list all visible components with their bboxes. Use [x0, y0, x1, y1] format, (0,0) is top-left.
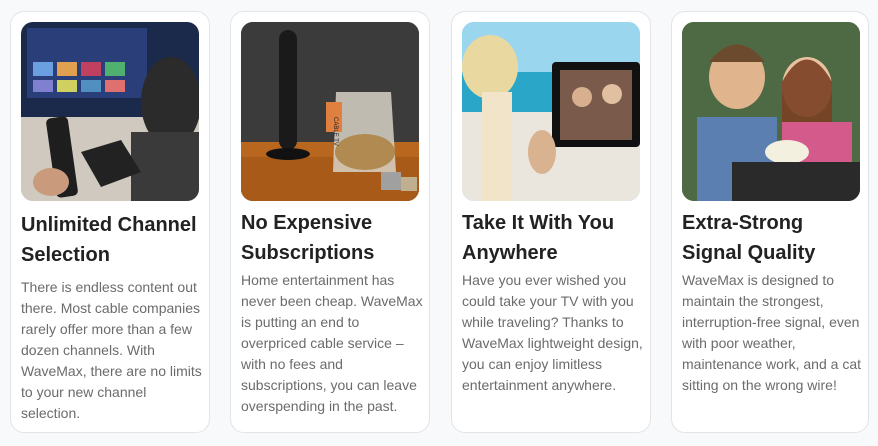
- feature-image-beach-tablet: [462, 22, 640, 201]
- feature-card-take-it-anywhere: Take It With You Anywhere Have you ever …: [451, 11, 651, 433]
- card-description: Have you ever wished you could take your…: [462, 272, 643, 393]
- feature-image-tv-remote: [21, 22, 199, 201]
- feature-card-signal-quality: Extra-Strong Signal Quality WaveMax is d…: [671, 11, 869, 433]
- card-title: Take It With You Anywhere: [462, 212, 615, 264]
- feature-image-antenna-coins: CABLE TV: [241, 22, 419, 201]
- cable-tv-label: CABLE TV: [332, 117, 338, 146]
- feature-card-no-subscriptions: CABLE TV No Expensive Subscriptions Home…: [230, 11, 430, 433]
- feature-image-couple-popcorn: [682, 22, 860, 201]
- card-description: Home entertainment has never been cheap.…: [241, 272, 423, 414]
- card-title: Unlimited Channel Selection: [21, 214, 197, 266]
- card-description: There is endless content out there. Most…: [21, 279, 202, 421]
- card-title: Extra-Strong Signal Quality: [682, 212, 816, 264]
- card-title: No Expensive Subscriptions: [241, 212, 375, 264]
- card-description: WaveMax is designed to maintain the stro…: [682, 272, 861, 393]
- feature-card-unlimited-channels: Unlimited Channel Selection There is end…: [10, 11, 210, 433]
